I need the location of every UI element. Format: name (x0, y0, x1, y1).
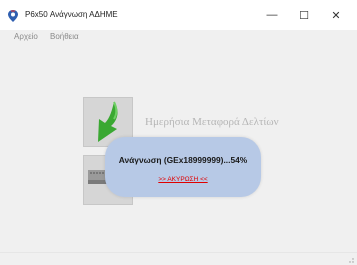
maximize-button[interactable]: ☐ (289, 0, 319, 30)
status-bar (0, 252, 357, 265)
menu-bar: Αρχείο Βοήθεια (0, 30, 357, 48)
app-window: P6x50 Ανάγνωση ΑΔΗΜΕ — ☐ ✕ Αρχείο Βοήθει… (0, 0, 357, 265)
menu-item-file[interactable]: Αρχείο (14, 32, 38, 41)
cancel-link[interactable]: >> ΑΚΥΡΩΣΗ << (105, 176, 261, 183)
app-logo-icon (8, 10, 18, 22)
progress-status-text: Ανάγνωση (GEx18999999)...54% (118, 155, 248, 165)
window-title: P6x50 Ανάγνωση ΑΔΗΜΕ (25, 10, 118, 19)
resize-grip-icon[interactable] (346, 255, 354, 263)
daily-transfer-label: Ημερήσια Μεταφορά Δελτίων (145, 116, 279, 128)
menu-item-help[interactable]: Βοήθεια (50, 32, 79, 41)
close-button[interactable]: ✕ (321, 0, 351, 30)
minimize-button[interactable]: — (257, 0, 287, 30)
progress-popup: Ανάγνωση (GEx18999999)...54% >> ΑΚΥΡΩΣΗ … (105, 137, 261, 197)
title-bar: P6x50 Ανάγνωση ΑΔΗΜΕ — ☐ ✕ (0, 0, 357, 30)
